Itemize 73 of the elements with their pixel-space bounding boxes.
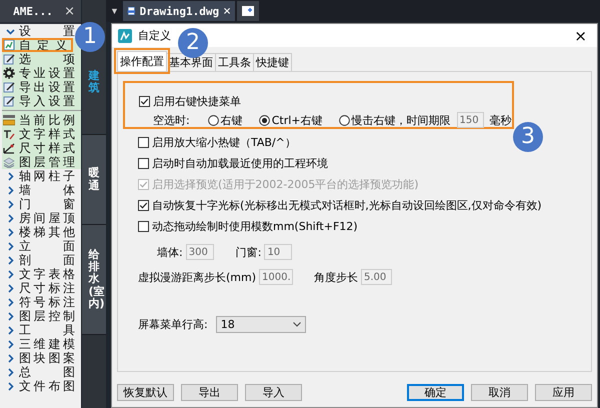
close-button[interactable]: × [223,4,231,18]
tree-group[interactable]: 墙 体 [2,183,81,197]
chevron-down-icon [292,322,301,326]
tab[interactable]: 操作配置 [117,51,167,71]
tree-group[interactable]: 图层控制 [2,309,81,323]
dropdown[interactable]: 18 [216,316,306,332]
menu-item[interactable]: 导出设置 [2,80,81,94]
menu-item[interactable]: 专业设置 [2,66,81,80]
radio-button[interactable] [258,114,270,126]
menu-item[interactable]: 选 项 [2,52,81,66]
checkbox[interactable] [138,200,149,210]
side-tab[interactable]: 给排水(室内) [82,225,106,335]
radio-label: 慢击右键，时间期限 [352,112,451,128]
checkbox[interactable] [138,136,149,148]
tree-group[interactable]: 房间屋顶 [2,211,81,225]
field-label: 门窗: [236,244,262,260]
field-label: 虚拟漫游距离步长(mm) [138,270,256,284]
chevron-down-icon [6,26,15,36]
file-icon [126,4,136,18]
menu-item[interactable]: 尺寸样式 [2,141,81,155]
dialog-button[interactable]: 取消 [471,384,528,401]
app-icon [118,28,132,42]
checkbox-label: 自动恢复十字光标(光标移出无模式对话框时,光标自动设回绘图区,仅对命令有效) [152,198,542,212]
menu-item[interactable]: 导入设置 [2,94,81,108]
unit-label: 毫秒 [490,112,512,128]
document-tab[interactable]: Drawing1.dwg × [122,1,235,21]
tree-group[interactable]: 楼梯其他 [2,225,81,239]
radio-label: 右键 [220,112,243,128]
close-button[interactable]: × [570,26,591,44]
radio-button[interactable] [338,114,350,126]
checkbox-label: 动态拖动绘制时使用模数mm(Shift+F12) [152,218,358,234]
radio-button[interactable] [208,114,219,126]
dialog-button[interactable]: 确定 [407,384,464,401]
checkbox[interactable] [138,158,149,168]
tree-group[interactable]: 立 面 [2,239,81,253]
checkbox-label: 启用放大缩小热键（TAB/^） [152,134,296,150]
tree-group[interactable]: 符号标注 [2,295,81,309]
panel-title: AME... [12,4,54,18]
tree-group[interactable]: 文件布图 [2,379,81,393]
checkbox[interactable] [138,220,149,232]
tree-group[interactable]: 总 图 [2,365,81,379]
tree-group[interactable]: 门 窗 [2,197,81,211]
dialog-button[interactable]: 导入 [245,384,302,401]
dialog-button[interactable]: 应用 [535,384,592,401]
side-tab[interactable]: 暖通 [82,135,106,225]
tree-group[interactable]: 图块图案 [2,351,81,365]
checkbox-label: 启用选择预览(适用于2002-2005平台的选择预览功能) [152,176,419,192]
field-label: 空选时: [153,112,190,128]
tree-group[interactable]: 三维建模 [2,337,81,351]
checkbox-label: 启用右键快捷菜单 [153,94,241,108]
tab[interactable]: 工具条 [215,53,254,71]
menu-item[interactable]: 图层管理 [2,155,81,169]
dialog-button[interactable]: 导出 [181,384,238,401]
field-label: 角度步长 [314,270,358,284]
tree-group[interactable]: 文字表格 [2,267,81,281]
field-label: 墙体: [157,244,183,260]
radio-label: Ctrl+右键 [272,112,323,128]
menu-item[interactable]: 文字样式 [2,127,81,141]
tree-group[interactable]: 工 具 [2,323,81,337]
tree-group[interactable]: 尺寸标注 [2,281,81,295]
new-file-icon [240,5,255,17]
field-label: 屏幕菜单行高: [138,316,208,332]
new-tab-button[interactable] [236,1,259,21]
tree-group[interactable]: 剖 面 [2,253,81,267]
close-button[interactable]: × [62,4,77,18]
tree-group[interactable]: 轴网柱子 [2,169,81,183]
dialog-button[interactable]: 恢复默认 [117,384,174,401]
menu-item[interactable]: 当前比例 [2,113,81,127]
checkbox-label: 启动时自动加载最近使用的工程环境 [152,156,328,170]
tab[interactable]: 快捷键 [253,53,292,71]
menu-button[interactable]: ▼ [108,6,121,16]
checkbox[interactable] [139,96,150,106]
dialog-title: 自定义 [138,28,171,43]
